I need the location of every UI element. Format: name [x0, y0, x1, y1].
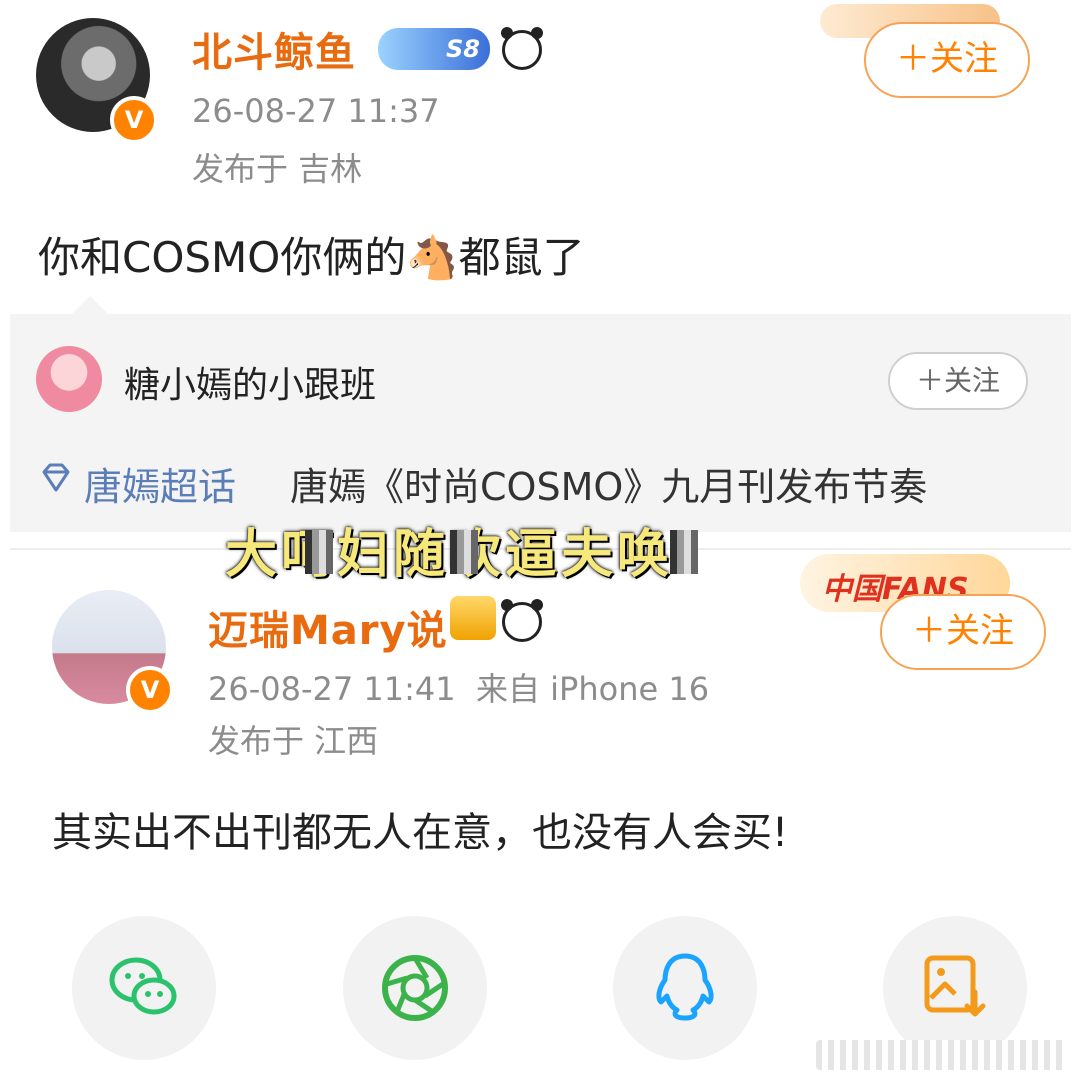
panda-icon: [501, 599, 543, 642]
verified-badge-icon: V: [110, 96, 158, 144]
moments-icon: [382, 955, 448, 1021]
topic-link[interactable]: 唐嫣超话: [84, 456, 236, 511]
username[interactable]: 北斗鲸鱼: [192, 20, 356, 78]
post-location: 发布于 吉林: [192, 150, 363, 188]
whale-level-badge[interactable]: S8: [378, 28, 490, 70]
topic-title[interactable]: 唐嫣《时尚COSMO》九月刊发布节奏: [290, 456, 927, 511]
horse-emoji-icon: 🐴: [406, 233, 459, 282]
crown-badge-icon[interactable]: [450, 596, 496, 640]
share-wechat-button[interactable]: [72, 916, 216, 1060]
mosaic-blur: [450, 530, 478, 574]
verified-badge-icon: V: [126, 666, 174, 714]
mosaic-blur: [670, 530, 698, 574]
follow-button[interactable]: ＋关注: [864, 22, 1030, 98]
post-timestamp: 26-08-27 11:37: [192, 92, 440, 130]
save-image-button[interactable]: [883, 916, 1027, 1060]
wechat-icon: [109, 957, 177, 1015]
follow-button[interactable]: ＋关注: [880, 594, 1046, 670]
repost-avatar[interactable]: [36, 346, 102, 412]
post-text: 你和COSMO你俩的🐴都鼠了: [38, 224, 585, 285]
username[interactable]: 迈瑞Mary说: [208, 598, 448, 656]
post-text-part2: 都鼠了: [458, 233, 585, 282]
watermark: [816, 1040, 1066, 1070]
repost-follow-button[interactable]: ＋关注: [888, 352, 1028, 410]
mosaic-blur: [305, 530, 333, 574]
post-meta: 26-08-27 11:41 来自 iPhone 16: [208, 664, 709, 710]
repost-account-name[interactable]: 糖小嫣的小跟班: [124, 356, 376, 408]
share-moments-button[interactable]: [343, 916, 487, 1060]
post-location: 发布于 江西: [208, 722, 379, 760]
overlay-caption: 大呵妇随吹逼夫唤: [225, 525, 674, 585]
post-timestamp: 26-08-27 11:41: [208, 670, 456, 708]
post-source: 来自 iPhone 16: [475, 670, 710, 708]
post-text-part1: 你和COSMO你俩的: [38, 233, 407, 282]
card-pointer: [70, 296, 110, 316]
save-image-icon: [924, 955, 986, 1017]
panda-icon: [501, 27, 543, 70]
qq-icon: [656, 953, 714, 1021]
post-text: 其实出不出刊都无人在意，也没有人会买!: [52, 810, 789, 856]
share-qq-button[interactable]: [613, 916, 757, 1060]
diamond-icon: [42, 463, 70, 492]
